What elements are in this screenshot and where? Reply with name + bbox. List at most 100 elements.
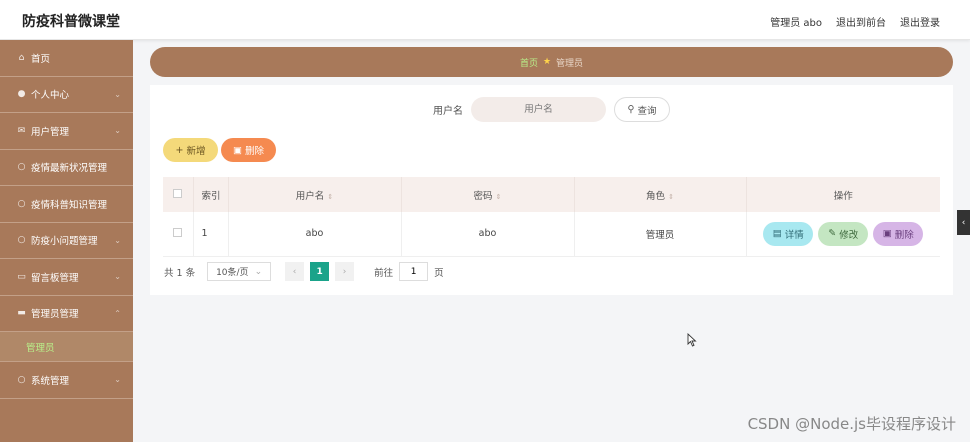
sidebar-item-label: 留言板管理 (31, 272, 79, 284)
sort-icon[interactable]: ⇕ (327, 193, 333, 201)
sidebar-subitem-admin[interactable]: 管理员 (0, 332, 133, 362)
row-ops: ▤ 详情 ✎ 修改 ▣ 删除 (746, 212, 940, 257)
delete-button[interactable]: ▣ 删除 (221, 138, 276, 162)
to-frontend-link[interactable]: 退出到前台 (836, 14, 886, 29)
pencil-icon: ✎ (828, 228, 837, 240)
chevron-down-icon: ⌄ (114, 89, 121, 99)
header-username[interactable]: 用户名 ⇕ (228, 177, 402, 212)
plus-icon: + (175, 144, 184, 156)
chevron-down-icon: ⌄ (114, 126, 121, 135)
current-user-label: 管理员 abo (770, 18, 822, 29)
trash-icon: ▣ (233, 144, 242, 156)
select-all-checkbox[interactable] (173, 188, 183, 198)
header-ops: 操作 (746, 177, 940, 212)
chevron-down-icon: ⌄ (114, 235, 121, 245)
edit-button[interactable]: ✎ 修改 (818, 221, 869, 246)
sidebar-item-home[interactable]: ⌂ 首页 (0, 40, 133, 77)
row-username: abo (228, 212, 402, 257)
header-index: 索引 (193, 177, 229, 212)
chevron-left-icon: ‹ (292, 266, 297, 277)
add-button-label: 新增 (186, 146, 206, 157)
sidebar: ⌂ 首页 ● 个人中心 ⌄ ✉ 用户管理 ⌄ ○ 疫情最新状况管理 ○ 疫情科普… (0, 40, 133, 442)
mouse-cursor-icon (687, 333, 697, 347)
sidebar-item-epidemic-status[interactable]: ○ 疫情最新状况管理 (0, 150, 133, 186)
sidebar-item-admin-management[interactable]: ▬ 管理员管理 ⌃ (0, 296, 133, 332)
breadcrumb-current: 管理员 (556, 58, 584, 69)
header-password[interactable]: 密码 ⇕ (401, 177, 575, 212)
goto-page-input[interactable] (399, 262, 429, 281)
logout-link[interactable]: 退出登录 (900, 14, 940, 29)
add-button[interactable]: + 新增 (163, 138, 218, 162)
top-bar: 防疫科普微课堂 管理员 abo 退出到前台 退出登录 (0, 0, 970, 40)
sidebar-item-science-knowledge[interactable]: ○ 疫情科普知识管理 (0, 186, 133, 223)
pagination: 共 1 条 10条/页 ⌄ ‹ 1 › 前往 页 (164, 262, 444, 281)
page-suffix: 页 (434, 267, 444, 279)
breadcrumb: 首页 ★ 管理员 (150, 47, 953, 77)
row-index: 1 (193, 212, 229, 257)
chevron-left-icon: ‹ (961, 217, 966, 228)
page-size-select[interactable]: 10条/页 ⌄ (207, 262, 272, 281)
circle-icon: ○ (17, 374, 26, 385)
detail-button[interactable]: ▤ 详情 (763, 221, 814, 246)
search-label: 用户名 (433, 106, 463, 117)
row-password: abo (401, 212, 575, 257)
circle-icon: ○ (17, 198, 26, 209)
document-icon: ▤ (772, 228, 782, 240)
search-icon: ⚲ (627, 104, 635, 115)
table-header-row: 索引 用户名 ⇕ 密码 ⇕ 角色 ⇕ 操作 (163, 177, 940, 212)
trash-icon: ▣ (882, 228, 892, 240)
mail-icon: ✉ (17, 125, 26, 136)
search-input[interactable] (471, 97, 606, 122)
circle-icon: ○ (17, 235, 26, 246)
header-select-all[interactable] (163, 177, 194, 212)
chevron-down-icon: ⌄ (114, 375, 121, 384)
sidebar-item-label: 疫情最新状况管理 (31, 163, 108, 175)
goto-label: 前往 (374, 267, 394, 279)
admin-table: 索引 用户名⇕ 密码⇕ 角色⇕ 操作 1 abo abo 管理员 ▤ 详情 (163, 177, 940, 257)
search-button-label: 查询 (637, 105, 657, 117)
user-icon: ● (17, 89, 26, 100)
briefcase-icon: ▬ (17, 308, 26, 319)
sidebar-item-personal-center[interactable]: ● 个人中心 ⌄ (0, 77, 133, 113)
watermark: CSDN @Node.js毕设程序设计 (747, 415, 956, 433)
sidebar-item-label: 首页 (31, 53, 51, 65)
main-panel: 用户名 ⚲ 查询 + 新增 ▣ 删除 索引 用户名⇕ 密码⇕ 角色⇕ 操作 (150, 85, 953, 295)
row-role: 管理员 (574, 212, 747, 257)
top-right-links: 管理员 abo 退出到前台 退出登录 (770, 14, 940, 29)
search-button[interactable]: ⚲ 查询 (614, 97, 670, 122)
row-delete-button[interactable]: ▣ 删除 (873, 221, 924, 246)
breadcrumb-home[interactable]: 首页 (520, 56, 538, 69)
sidebar-item-label: 管理员管理 (31, 309, 79, 321)
chevron-down-icon: ⌄ (254, 266, 263, 277)
search-row: 用户名 ⚲ 查询 (150, 97, 953, 122)
sidebar-item-label: 疫情科普知识管理 (31, 199, 108, 211)
table-row: 1 abo abo 管理员 ▤ 详情 ✎ 修改 ▣ 删除 (163, 212, 940, 257)
chat-icon: ▭ (17, 271, 26, 282)
sort-icon[interactable]: ⇕ (496, 193, 502, 201)
row-checkbox[interactable] (173, 227, 183, 237)
chevron-down-icon: ⌄ (114, 272, 121, 281)
sidebar-item-label: 个人中心 (31, 90, 70, 102)
circle-icon: ○ (17, 162, 26, 173)
panel-toggle-button[interactable]: ‹ (957, 210, 970, 235)
sort-icon[interactable]: ⇕ (668, 193, 674, 201)
app-title: 防疫科普微课堂 (22, 14, 120, 30)
star-icon: ★ (542, 57, 552, 67)
delete-button-label: 删除 (244, 146, 264, 157)
sidebar-item-system-management[interactable]: ○ 系统管理 ⌄ (0, 362, 133, 399)
sidebar-item-user-management[interactable]: ✉ 用户管理 ⌄ (0, 113, 133, 150)
chevron-up-icon: ⌃ (114, 308, 121, 318)
next-page-button[interactable]: › (335, 262, 355, 281)
home-icon: ⌂ (18, 52, 25, 63)
sidebar-item-label: 防疫小问题管理 (31, 236, 98, 248)
sidebar-item-message-board[interactable]: ▭ 留言板管理 ⌄ (0, 259, 133, 296)
sidebar-item-label: 用户管理 (31, 126, 70, 138)
sidebar-item-small-questions[interactable]: ○ 防疫小问题管理 ⌄ (0, 223, 133, 259)
prev-page-button[interactable]: ‹ (285, 262, 305, 281)
row-select-cell[interactable] (163, 212, 194, 257)
header-role[interactable]: 角色 ⇕ (574, 177, 747, 212)
page-number-current[interactable]: 1 (310, 262, 330, 281)
pagination-total: 共 1 条 (164, 267, 196, 279)
sidebar-item-label: 系统管理 (31, 375, 70, 387)
chevron-right-icon: › (342, 266, 347, 277)
